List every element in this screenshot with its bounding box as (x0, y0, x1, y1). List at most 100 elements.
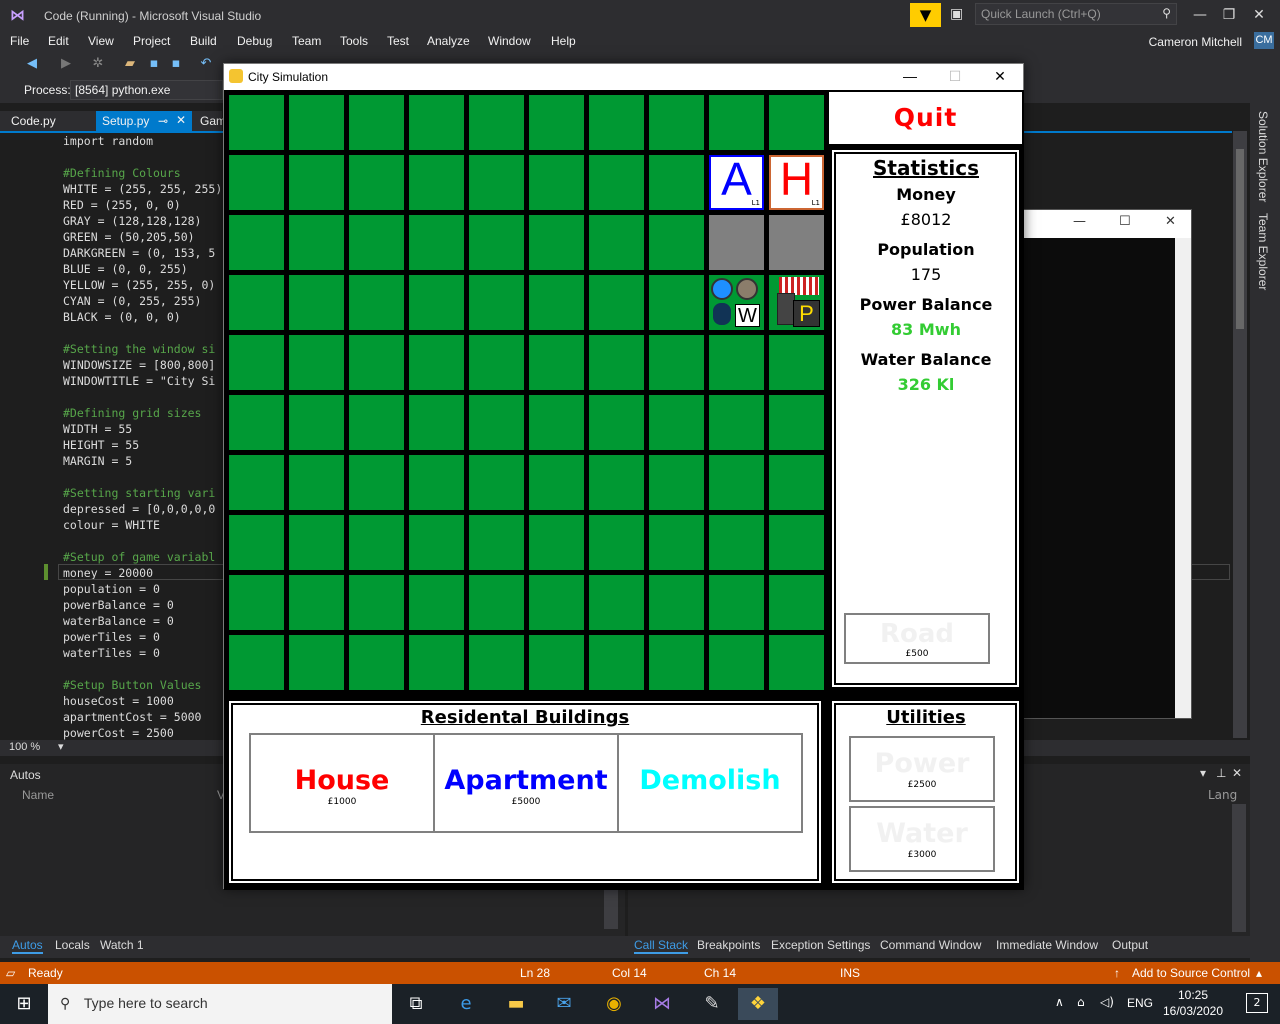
grass-tile[interactable] (769, 515, 824, 570)
code-line[interactable]: WIDTH = 55 (63, 421, 222, 437)
console-close-icon[interactable]: ✕ (1165, 214, 1176, 229)
grass-tile[interactable] (589, 455, 644, 510)
water-tile[interactable]: W (709, 275, 764, 330)
grass-tile[interactable] (649, 215, 704, 270)
taskbar-clock[interactable]: 10:25 16/03/2020 (1158, 987, 1228, 1019)
autos-scrollbar[interactable] (604, 889, 618, 929)
menu-file[interactable]: File (10, 34, 29, 48)
chevron-up-icon[interactable]: ▴ (1256, 966, 1262, 980)
open-file-icon[interactable]: ▰ (122, 56, 138, 72)
code-line[interactable]: waterBalance = 0 (63, 613, 222, 629)
grass-tile[interactable] (409, 515, 464, 570)
grass-tile[interactable] (649, 455, 704, 510)
editor-scrollbar[interactable] (1233, 131, 1247, 738)
grass-tile[interactable] (229, 635, 284, 690)
house-tile[interactable]: H L1 (769, 153, 824, 210)
grass-tile[interactable] (589, 515, 644, 570)
menu-tools[interactable]: Tools (340, 34, 368, 48)
grass-tile[interactable] (649, 95, 704, 150)
console-scrollbar[interactable] (1175, 238, 1191, 718)
quick-launch-input[interactable]: Quick Launch (Ctrl+Q) ⚲ (975, 3, 1177, 25)
code-line[interactable]: powerBalance = 0 (63, 597, 222, 613)
grass-tile[interactable] (289, 275, 344, 330)
menu-test[interactable]: Test (387, 34, 409, 48)
notification-icon[interactable]: ▣ (950, 6, 963, 22)
grass-tile[interactable] (289, 515, 344, 570)
zoom-level[interactable]: 100 % (9, 741, 40, 753)
code-line[interactable]: powerCost = 2500 (63, 725, 222, 741)
grass-tile[interactable] (769, 575, 824, 630)
apartment-tile[interactable]: A L1 (709, 153, 764, 210)
console-maximize-icon[interactable]: ☐ (1119, 214, 1131, 229)
grass-tile[interactable] (229, 215, 284, 270)
code-line[interactable]: MARGIN = 5 (63, 453, 222, 469)
grass-tile[interactable] (649, 275, 704, 330)
call-stack-language-column[interactable]: Lang (1208, 788, 1237, 802)
grass-tile[interactable] (769, 95, 824, 150)
grass-tile[interactable] (469, 515, 524, 570)
grass-tile[interactable] (349, 215, 404, 270)
grass-tile[interactable] (229, 275, 284, 330)
code-line[interactable]: #Defining Colours (63, 165, 222, 181)
code-line[interactable]: #Setup of game variabl (63, 549, 222, 565)
grass-tile[interactable] (289, 155, 344, 210)
menu-view[interactable]: View (88, 34, 114, 48)
tab-locals[interactable]: Locals (55, 938, 90, 952)
grass-tile[interactable] (589, 395, 644, 450)
code-line[interactable] (63, 533, 222, 549)
road-button[interactable]: Road £500 (844, 613, 990, 664)
user-avatar[interactable]: CM (1254, 32, 1274, 49)
code-line[interactable]: powerTiles = 0 (63, 629, 222, 645)
grass-tile[interactable] (229, 515, 284, 570)
code-line[interactable] (63, 149, 222, 165)
back-icon[interactable]: ◀ (24, 56, 40, 72)
grass-tile[interactable] (469, 635, 524, 690)
grass-tile[interactable] (229, 575, 284, 630)
grass-tile[interactable] (589, 95, 644, 150)
menu-help[interactable]: Help (551, 34, 576, 48)
code-line[interactable]: BLUE = (0, 0, 255) (63, 261, 222, 277)
grass-tile[interactable] (349, 95, 404, 150)
grass-tile[interactable] (229, 335, 284, 390)
grass-tile[interactable] (349, 335, 404, 390)
power-plant-button[interactable]: Power £2500 (849, 736, 995, 802)
code-line[interactable]: waterTiles = 0 (63, 645, 222, 661)
chrome-icon[interactable]: ◉ (594, 988, 634, 1020)
menu-debug[interactable]: Debug (237, 34, 272, 48)
tab-autos[interactable]: Autos (12, 938, 43, 954)
code-line[interactable]: #Setting starting vari (63, 485, 222, 501)
grass-tile[interactable] (409, 275, 464, 330)
task-view-icon[interactable]: ⧉ (396, 988, 436, 1020)
code-line[interactable]: GREEN = (50,205,50) (63, 229, 222, 245)
grass-tile[interactable] (529, 335, 584, 390)
grass-tile[interactable] (229, 95, 284, 150)
action-center-icon[interactable]: 2 (1246, 993, 1268, 1013)
grass-tile[interactable] (469, 395, 524, 450)
user-name[interactable]: Cameron Mitchell (1149, 35, 1242, 49)
tab-close-icon[interactable]: ✕ (176, 113, 186, 127)
tab-immediate-window[interactable]: Immediate Window (996, 938, 1098, 952)
game-canvas[interactable]: A L1 H L1 W P Quit Statistics Money £8012 Pop… (224, 90, 1024, 890)
code-line[interactable]: HEIGHT = 55 (63, 437, 222, 453)
tab-setup-py[interactable]: Setup.py ⊸ ✕ (96, 111, 192, 131)
grass-tile[interactable] (769, 335, 824, 390)
grass-tile[interactable] (649, 575, 704, 630)
grass-tile[interactable] (469, 215, 524, 270)
menu-project[interactable]: Project (133, 34, 170, 48)
power-tile[interactable]: P (769, 275, 824, 330)
grass-tile[interactable] (229, 155, 284, 210)
grass-tile[interactable] (349, 155, 404, 210)
grass-tile[interactable] (409, 455, 464, 510)
grass-tile[interactable] (589, 575, 644, 630)
grass-tile[interactable] (589, 635, 644, 690)
undo-icon[interactable]: ↶ (198, 56, 214, 72)
grass-tile[interactable] (589, 215, 644, 270)
grass-tile[interactable] (349, 455, 404, 510)
tab-watch-1[interactable]: Watch 1 (100, 938, 144, 952)
code-line[interactable]: depressed = [0,0,0,0,0 (63, 501, 222, 517)
grass-tile[interactable] (529, 575, 584, 630)
city-maximize-icon[interactable]: ☐ (940, 68, 970, 86)
grass-tile[interactable] (349, 575, 404, 630)
road-tile[interactable] (709, 215, 764, 270)
grass-tile[interactable] (529, 95, 584, 150)
